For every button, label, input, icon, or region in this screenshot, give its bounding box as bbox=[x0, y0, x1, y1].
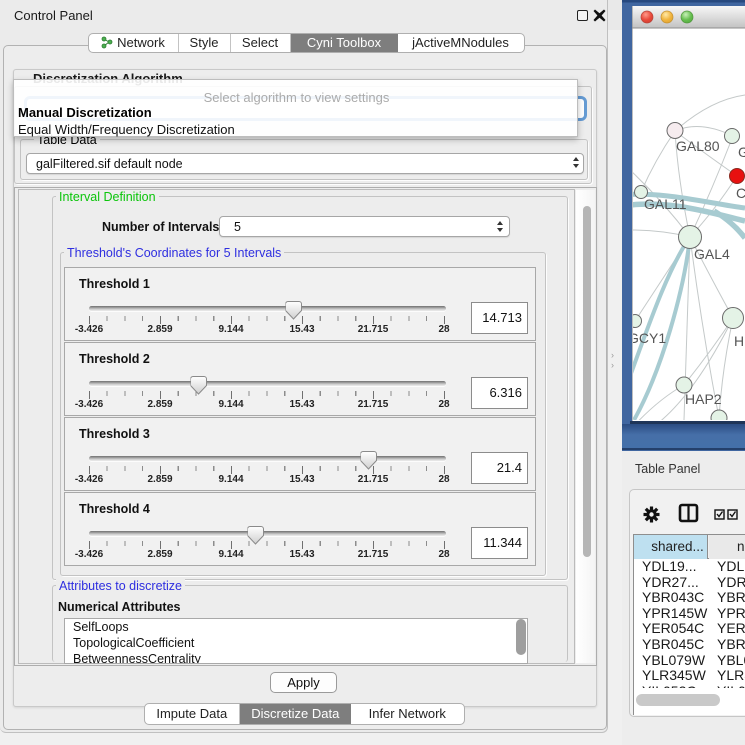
svg-text:GA: GA bbox=[738, 144, 745, 160]
svg-text:GAL4: GAL4 bbox=[694, 246, 730, 262]
svg-text:GAL80: GAL80 bbox=[676, 138, 720, 154]
svg-text:GAL11: GAL11 bbox=[644, 196, 687, 212]
svg-text:GCY1: GCY1 bbox=[628, 330, 666, 346]
svg-text:H: H bbox=[734, 333, 744, 349]
svg-text:HAP2: HAP2 bbox=[685, 391, 722, 407]
svg-text:C: C bbox=[736, 185, 745, 201]
